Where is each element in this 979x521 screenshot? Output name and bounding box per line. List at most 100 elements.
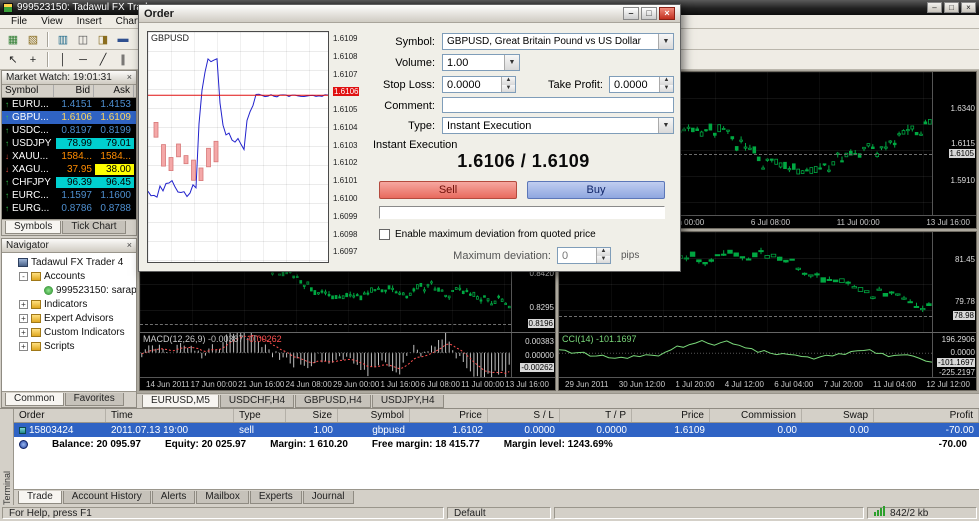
- tab-symbols[interactable]: Symbols: [5, 221, 61, 234]
- column-header-price-5[interactable]: Price: [410, 409, 488, 422]
- order-row[interactable]: 158034242011.07.13 19:00sell1.00gbpusd1.…: [14, 423, 979, 437]
- column-header-time-1[interactable]: Time: [106, 409, 234, 422]
- column-header-profit-11[interactable]: Profit: [874, 409, 979, 422]
- chevron-down-icon[interactable]: ▼: [504, 55, 519, 70]
- menu-insert[interactable]: Insert: [70, 16, 109, 27]
- column-header-order-0[interactable]: Order: [14, 409, 106, 422]
- cursor-icon[interactable]: ↖: [3, 51, 23, 68]
- max-deviation-stepper[interactable]: 0 ▲▼: [557, 247, 611, 264]
- arrow-up-icon[interactable]: ▲: [597, 248, 610, 256]
- type-select[interactable]: Instant Execution ▼: [442, 117, 674, 134]
- navigator-item[interactable]: +Expert Advisors: [2, 311, 136, 325]
- column-header-s-l-6[interactable]: S / L: [488, 409, 560, 422]
- navigator-item[interactable]: -Accounts: [2, 269, 136, 283]
- close-panel-icon[interactable]: ×: [127, 241, 132, 250]
- terminal-tab-account-history[interactable]: Account History: [63, 491, 151, 504]
- navigator-item[interactable]: Tadawul FX Trader 4: [2, 255, 136, 269]
- market-watch-row[interactable]: ↓XAGU...37.9538.00: [2, 163, 136, 176]
- stepper-arrows[interactable]: ▲▼: [659, 77, 673, 92]
- market-watch-toggle-icon[interactable]: ▥: [53, 31, 73, 48]
- terminal-tab-experts[interactable]: Experts: [250, 491, 302, 504]
- take-profit-stepper[interactable]: 0.0000 ▲▼: [609, 76, 674, 93]
- plus-expander-icon[interactable]: +: [19, 314, 28, 323]
- minimize-button[interactable]: –: [927, 2, 942, 13]
- terminal-toggle-icon[interactable]: ▬: [113, 31, 133, 48]
- terminal-tab-trade[interactable]: Trade: [18, 491, 62, 504]
- navigator-item[interactable]: +Indicators: [2, 297, 136, 311]
- navigator-item[interactable]: 999523150: sarapat: [2, 283, 136, 297]
- profiles-icon[interactable]: ▧: [23, 31, 43, 48]
- arrow-down-icon[interactable]: ▼: [597, 256, 610, 264]
- chart-tab-usdchf-h4[interactable]: USDCHF,H4: [220, 395, 294, 408]
- order-dialog-titlebar[interactable]: Order – □ ×: [139, 5, 680, 23]
- plus-expander-icon[interactable]: +: [19, 300, 28, 309]
- market-watch-row[interactable]: ↓XAUU...1584...1584...: [2, 150, 136, 163]
- chart-tab-usdjpy-h4[interactable]: USDJPY,H4: [372, 395, 444, 408]
- volume-select[interactable]: 1.00 ▼: [442, 54, 520, 71]
- arrow-down-icon[interactable]: ▼: [660, 85, 673, 93]
- market-watch-row[interactable]: ↑EURU...1.41511.4153: [2, 98, 136, 111]
- maximize-button[interactable]: □: [944, 2, 959, 13]
- stepper-arrows[interactable]: ▲▼: [501, 77, 515, 92]
- symbol-select[interactable]: GBPUSD, Great Britain Pound vs US Dollar…: [442, 33, 674, 50]
- stepper-arrows[interactable]: ▲▼: [596, 248, 610, 263]
- navigator-item[interactable]: +Scripts: [2, 339, 136, 353]
- column-header-price-8[interactable]: Price: [632, 409, 710, 422]
- market-watch-row[interactable]: ↑EURG...0.87860.8788: [2, 202, 136, 215]
- balance-row[interactable]: Balance: 20 095.97Equity: 20 025.97Margi…: [14, 437, 979, 452]
- market-watch-row[interactable]: ↑CHFJPY96.3996.45: [2, 176, 136, 189]
- comment-input[interactable]: [442, 97, 674, 113]
- close-panel-icon[interactable]: ×: [127, 73, 132, 82]
- arrow-up-icon[interactable]: ▲: [660, 77, 673, 85]
- menu-view[interactable]: View: [34, 16, 70, 27]
- buy-button[interactable]: Buy: [527, 181, 665, 199]
- market-watch-row[interactable]: ↑GBPU...1.61061.6109: [2, 111, 136, 124]
- menu-file[interactable]: File: [4, 16, 34, 27]
- column-header-t-p-7[interactable]: T / P: [560, 409, 632, 422]
- navigator-toggle-icon[interactable]: ◨: [93, 31, 113, 48]
- deviation-checkbox[interactable]: [379, 229, 390, 240]
- market-watch-row[interactable]: ↑USDJPY78.9979.01: [2, 137, 136, 150]
- tab-common[interactable]: Common: [5, 393, 64, 406]
- chevron-down-icon[interactable]: ▼: [658, 118, 673, 133]
- tab-favorites[interactable]: Favorites: [65, 393, 124, 406]
- terminal-tab-journal[interactable]: Journal: [303, 491, 354, 504]
- market-watch-row[interactable]: ↑EURC...1.15971.1600: [2, 189, 136, 202]
- column-header-swap-10[interactable]: Swap: [802, 409, 874, 422]
- column-header-ask[interactable]: Ask: [94, 85, 134, 97]
- crosshair-icon[interactable]: +: [23, 51, 43, 68]
- close-button[interactable]: ×: [961, 2, 976, 13]
- chart-tab-eurusd-m5[interactable]: EURUSD,M5: [142, 395, 219, 408]
- tab-tick-chart[interactable]: Tick Chart: [62, 221, 125, 234]
- status-profile[interactable]: Default: [447, 507, 551, 519]
- minus-expander-icon[interactable]: -: [19, 272, 28, 281]
- column-header-symbol[interactable]: Symbol: [2, 85, 54, 97]
- sell-button[interactable]: Sell: [379, 181, 517, 199]
- terminal-side-tab[interactable]: Terminal: [0, 409, 14, 505]
- terminal-tab-alerts[interactable]: Alerts: [152, 491, 196, 504]
- new-chart-icon[interactable]: ▦: [3, 31, 23, 48]
- terminal-tab-mailbox[interactable]: Mailbox: [196, 491, 248, 504]
- column-header-bid[interactable]: Bid: [54, 85, 94, 97]
- vertical-line-icon[interactable]: │: [53, 51, 73, 68]
- dialog-minimize-button[interactable]: –: [623, 7, 639, 20]
- dialog-close-button[interactable]: ×: [659, 7, 675, 20]
- horizontal-line-icon[interactable]: ─: [73, 51, 93, 68]
- column-header-type-2[interactable]: Type: [234, 409, 286, 422]
- column-header-symbol-4[interactable]: Symbol: [338, 409, 410, 422]
- dialog-maximize-button[interactable]: □: [641, 7, 657, 20]
- plus-expander-icon[interactable]: +: [19, 328, 28, 337]
- arrow-up-icon[interactable]: ▲: [502, 77, 515, 85]
- data-window-toggle-icon[interactable]: ◫: [73, 31, 93, 48]
- market-watch-row[interactable]: ↑USDC...0.81970.8199: [2, 124, 136, 137]
- trendline-icon[interactable]: ╱: [93, 51, 113, 68]
- stop-loss-stepper[interactable]: 0.0000 ▲▼: [442, 76, 516, 93]
- navigator-item[interactable]: +Custom Indicators: [2, 325, 136, 339]
- plus-expander-icon[interactable]: +: [19, 342, 28, 351]
- chevron-down-icon[interactable]: ▼: [658, 34, 673, 49]
- chart-tab-gbpusd-h4[interactable]: GBPUSD,H4: [295, 395, 371, 408]
- equidistant-channel-icon[interactable]: ∥: [113, 51, 133, 68]
- column-header-size-3[interactable]: Size: [286, 409, 338, 422]
- arrow-down-icon[interactable]: ▼: [502, 85, 515, 93]
- column-header-commission-9[interactable]: Commission: [710, 409, 802, 422]
